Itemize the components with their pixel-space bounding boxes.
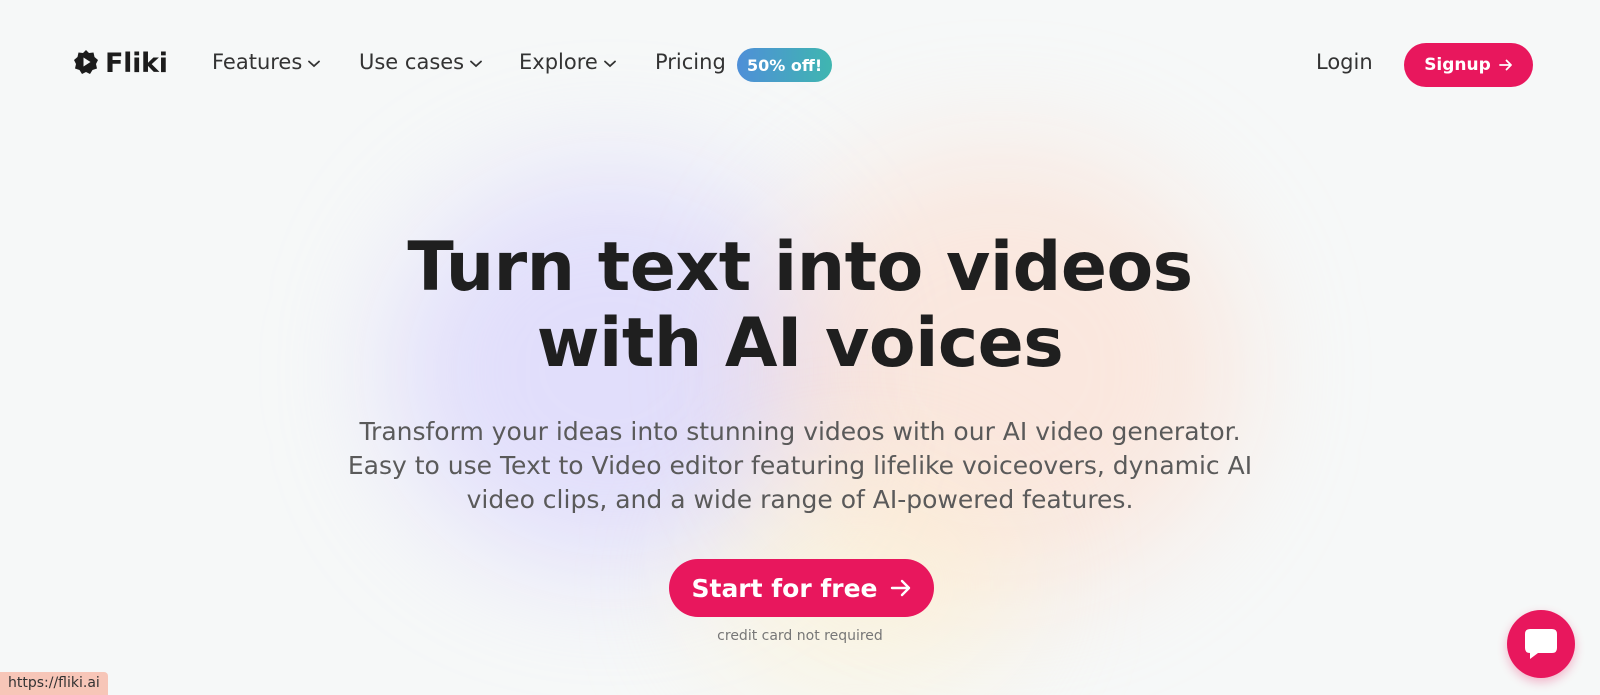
nav-pricing-label: Pricing xyxy=(655,50,726,74)
chevron-down-icon xyxy=(470,60,483,67)
logo-link[interactable]: Fliki xyxy=(73,48,168,79)
top-nav: Fliki Features Use cases Explore Pricing… xyxy=(0,0,1600,130)
nav-use-cases[interactable]: Use cases xyxy=(359,50,483,74)
chat-widget-button[interactable] xyxy=(1507,610,1575,678)
nav-use-cases-label: Use cases xyxy=(359,50,465,74)
nav-explore[interactable]: Explore xyxy=(519,50,616,74)
nav-explore-label: Explore xyxy=(519,50,598,74)
signup-button[interactable]: Signup xyxy=(1404,43,1533,87)
cta-label: Start for free xyxy=(691,573,878,603)
chat-bubble-icon xyxy=(1525,629,1557,659)
page: Fliki Features Use cases Explore Pricing… xyxy=(0,0,1600,695)
hero-title: Turn text into videos with AI voices xyxy=(0,230,1600,382)
signup-label: Signup xyxy=(1424,55,1491,75)
chevron-down-icon xyxy=(603,60,616,67)
nav-features[interactable]: Features xyxy=(212,50,321,74)
hero-title-line-2: with AI voices xyxy=(536,304,1064,383)
login-link[interactable]: Login xyxy=(1316,50,1373,74)
start-for-free-button[interactable]: Start for free xyxy=(669,559,934,617)
logo-text: Fliki xyxy=(105,48,168,79)
nav-pricing[interactable]: Pricing xyxy=(655,50,726,74)
hero-subtitle: Transform your ideas into stunning video… xyxy=(347,417,1253,514)
arrow-right-icon xyxy=(1498,59,1512,71)
pricing-discount-badge[interactable]: 50% off! xyxy=(737,48,833,82)
play-badge-icon xyxy=(73,49,99,79)
arrow-right-icon xyxy=(890,579,910,597)
cta-note: credit card not required xyxy=(717,628,883,644)
hero-title-line-1: Turn text into videos xyxy=(407,228,1193,307)
nav-features-label: Features xyxy=(212,50,303,74)
status-bar-url: https://fliki.ai xyxy=(0,672,108,695)
chevron-down-icon xyxy=(308,60,321,67)
